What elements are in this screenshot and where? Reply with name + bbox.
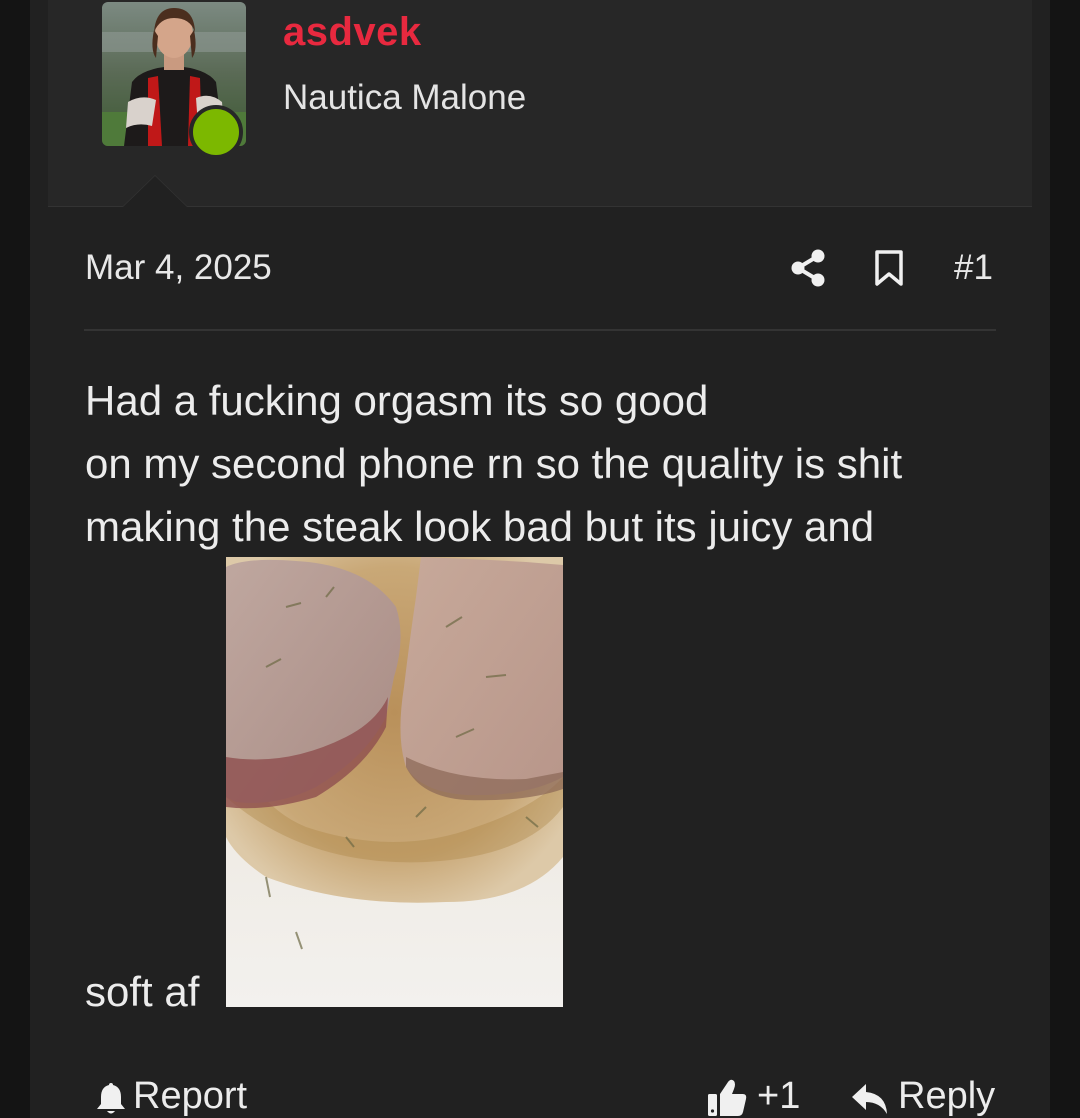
report-button[interactable]: Report bbox=[133, 1075, 247, 1118]
page: asdvek Nautica Malone Mar 4, 2025 #1 Had… bbox=[0, 0, 1080, 1118]
post-body-line: making the steak look bad but its juicy … bbox=[85, 503, 875, 550]
username-link[interactable]: asdvek bbox=[283, 10, 422, 55]
forum-post: asdvek Nautica Malone Mar 4, 2025 #1 Had… bbox=[30, 0, 1050, 1118]
bell-icon[interactable] bbox=[94, 1080, 128, 1116]
share-icon[interactable] bbox=[790, 249, 826, 287]
post-header-divider bbox=[84, 329, 996, 331]
like-count[interactable]: +1 bbox=[757, 1075, 800, 1118]
bookmark-icon[interactable] bbox=[873, 249, 905, 287]
post-body-line: Had a fucking orgasm its so good bbox=[85, 377, 709, 424]
user-info-block: asdvek Nautica Malone bbox=[48, 0, 1032, 207]
reply-icon[interactable] bbox=[850, 1082, 890, 1116]
user-title: Nautica Malone bbox=[283, 78, 527, 117]
thumbs-up-icon[interactable] bbox=[706, 1076, 748, 1118]
steak-photo-image bbox=[226, 557, 563, 1007]
post-number-link[interactable]: #1 bbox=[954, 248, 993, 288]
online-status-indicator bbox=[189, 105, 243, 159]
post-body-line: on my second phone rn so the quality is … bbox=[85, 440, 903, 487]
steak-photo[interactable] bbox=[226, 557, 563, 1007]
post-body-line: soft af bbox=[85, 968, 200, 1015]
user-block-pointer bbox=[123, 176, 187, 207]
post-date[interactable]: Mar 4, 2025 bbox=[85, 248, 272, 288]
reply-button[interactable]: Reply bbox=[898, 1075, 995, 1118]
